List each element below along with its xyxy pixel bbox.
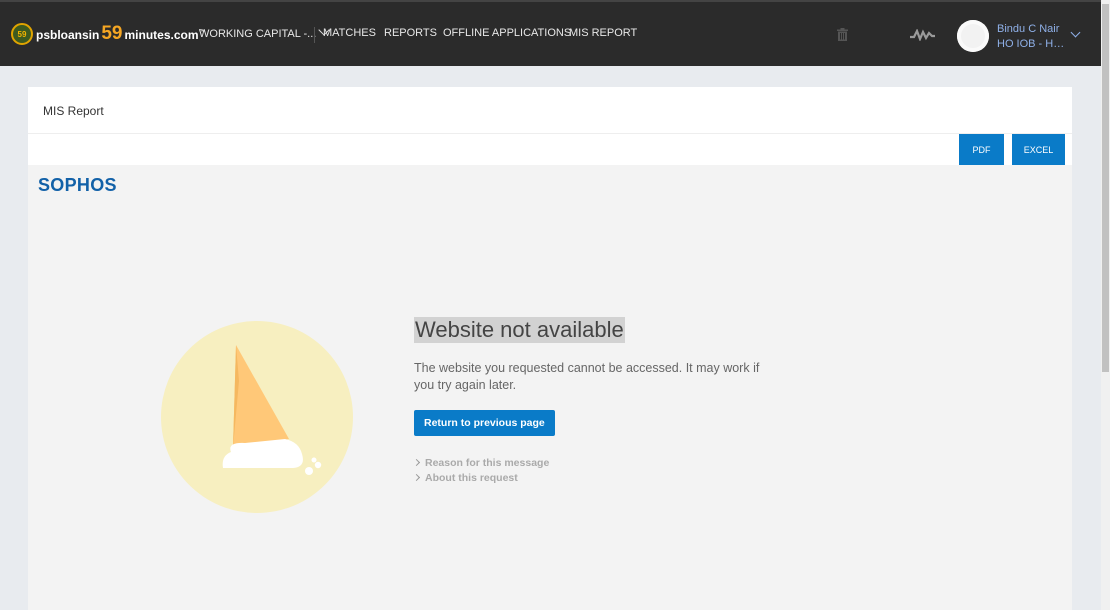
return-to-previous-page-button[interactable]: Return to previous page [414,410,555,436]
chevron-right-icon [412,458,421,467]
about-request-link[interactable]: About this request [412,472,518,484]
app-logo[interactable]: 59 psbloansin 59 minutes.com™ [11,21,206,47]
logo-number: 59 [101,23,123,44]
nav-offline-applications[interactable]: OFFLINE APPLICATIONS [443,27,571,39]
trash-icon[interactable] [837,28,848,41]
user-role[interactable]: HO IOB - Hea... [997,38,1069,50]
broken-ship-illustration [161,321,353,513]
logo-suffix: minutes.com [124,28,199,42]
scrollbar-thumb[interactable] [1102,4,1109,372]
logo-text: psbloansin 59 minutes.com™ [36,23,206,45]
error-message: The website you requested cannot be acce… [414,361,760,392]
mis-report-card: MIS Report PDF EXCEL SOPHOS Website not … [28,87,1072,610]
error-title: Website not available [414,317,625,343]
nav-matches[interactable]: MATCHES [323,27,376,39]
user-name[interactable]: Bindu C Nair [997,23,1059,35]
logo-badge: 59 [11,23,33,45]
excel-button[interactable]: EXCEL [1012,134,1065,165]
nav-working-capital[interactable]: WORKING CAPITAL -... [199,24,331,40]
activity-icon[interactable] [910,29,935,41]
sophos-logo: SOPHOS [38,175,117,195]
page-title: MIS Report [43,104,104,118]
chevron-down-icon[interactable] [1070,27,1081,38]
divider [28,133,1072,134]
about-request-link-label: About this request [425,472,518,484]
pdf-button[interactable]: PDF [959,134,1004,165]
report-frame: SOPHOS Website not available The website… [28,165,1072,610]
avatar[interactable] [957,20,989,52]
nav-working-capital-label: WORKING CAPITAL -... [199,28,317,40]
nav-mis-report[interactable]: MIS REPORT [569,27,637,39]
nav-divider [314,27,315,43]
reason-link[interactable]: Reason for this message [412,457,550,469]
chevron-right-icon [412,473,421,482]
page-scrollbar[interactable] [1101,0,1110,610]
nav-reports[interactable]: REPORTS [384,27,437,39]
logo-prefix: psbloansin [36,28,100,42]
reason-link-label: Reason for this message [425,457,550,469]
top-navbar: 59 psbloansin 59 minutes.com™ WORKING CAPI… [0,0,1101,66]
